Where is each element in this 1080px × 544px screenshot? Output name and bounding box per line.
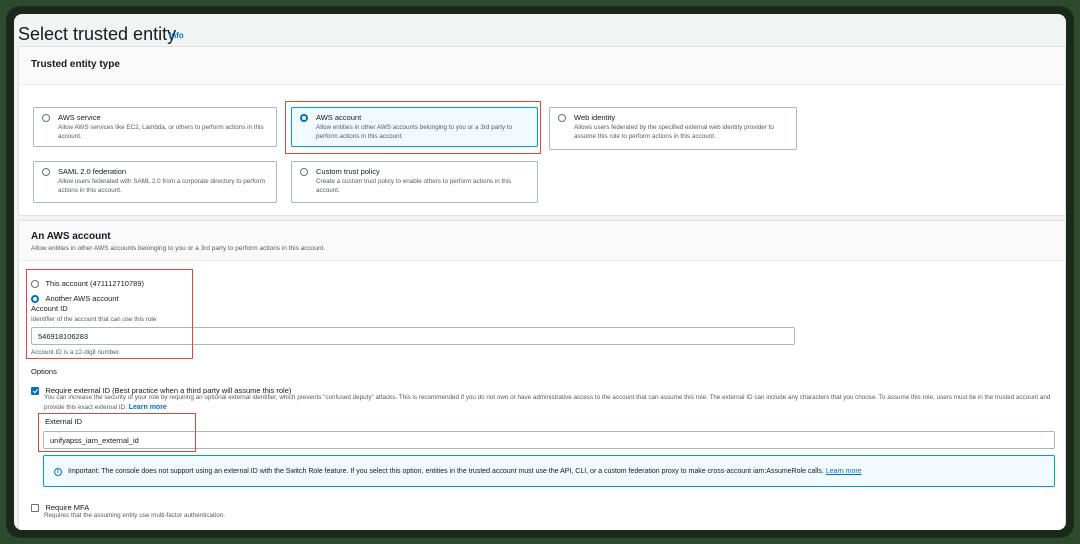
tile-aws-account[interactable]: AWS account Allow entities in other AWS … bbox=[291, 107, 538, 147]
tile-desc: Allow entities in other AWS accounts bel… bbox=[316, 124, 513, 140]
radio-custom-trust-policy[interactable] bbox=[300, 168, 308, 176]
window-frame: Select trusted entity Info Trusted entit… bbox=[6, 6, 1074, 538]
checkbox-require-mfa[interactable] bbox=[31, 503, 39, 512]
external-id-input[interactable]: unifyapss_iam_external_id bbox=[43, 431, 1055, 449]
tile-custom-trust-policy[interactable]: Custom trust policy Create a custom trus… bbox=[291, 161, 538, 203]
page-title: Select trusted entity bbox=[18, 24, 177, 44]
console-screen: Select trusted entity Info Trusted entit… bbox=[14, 14, 1066, 530]
trusted-entity-header: Trusted entity type bbox=[19, 47, 1065, 85]
tile-desc: Allow users federated with SAML 2.0 from… bbox=[58, 178, 265, 194]
alert-learn-more-link[interactable]: Learn more bbox=[826, 468, 862, 475]
tile-web-identity[interactable]: Web identity Allows users federated by t… bbox=[549, 107, 797, 150]
external-id-alert: i Important: The console does not suppor… bbox=[43, 455, 1055, 487]
tile-desc: Allow AWS services like EC2, Lambda, or … bbox=[58, 124, 264, 140]
radio-aws-service[interactable] bbox=[42, 114, 50, 122]
tile-label: AWS service bbox=[58, 113, 101, 122]
account-id-input[interactable]: 546918106283 bbox=[31, 327, 795, 345]
radio-another-account[interactable] bbox=[31, 294, 39, 303]
info-icon: i bbox=[54, 468, 62, 476]
tile-saml-federation[interactable]: SAML 2.0 federation Allow users federate… bbox=[33, 161, 277, 203]
radio-saml-federation[interactable] bbox=[42, 168, 50, 176]
tile-desc: Allows users federated by the specified … bbox=[574, 124, 774, 140]
radio-aws-account[interactable] bbox=[300, 114, 308, 122]
aws-account-desc: Allow entities in other AWS accounts bel… bbox=[31, 245, 326, 252]
info-link[interactable]: Info bbox=[169, 31, 184, 40]
checkbox-require-external-id[interactable] bbox=[31, 386, 39, 395]
aws-account-panel: An AWS account Allow entities in other A… bbox=[18, 220, 1066, 530]
tile-label: Web identity bbox=[574, 113, 616, 122]
options-label: Options bbox=[31, 367, 57, 376]
trusted-entity-title: Trusted entity type bbox=[31, 59, 120, 70]
learn-more-link[interactable]: Learn more bbox=[129, 404, 167, 411]
require-mfa-label: Require MFA bbox=[45, 503, 90, 513]
another-account-label: Another AWS account bbox=[45, 294, 119, 304]
aws-account-title: An AWS account bbox=[31, 231, 111, 242]
aws-account-header: An AWS account Allow entities in other A… bbox=[19, 221, 1065, 261]
tile-label: SAML 2.0 federation bbox=[58, 167, 127, 176]
account-id-hint: Account ID is a 12-digit number. bbox=[31, 349, 121, 356]
radio-this-account[interactable] bbox=[31, 279, 39, 288]
require-mfa-desc: Requires that the assuming entity use mu… bbox=[44, 512, 225, 519]
radio-web-identity[interactable] bbox=[558, 114, 566, 122]
tile-desc: Create a custom trust policy to enable o… bbox=[316, 178, 512, 194]
tile-aws-service[interactable]: AWS service Allow AWS services like EC2,… bbox=[33, 107, 277, 147]
account-id-desc: Identifier of the account that can use t… bbox=[31, 316, 157, 323]
external-id-label: External ID bbox=[45, 417, 83, 426]
alert-text-wrap: Important: The console does not support … bbox=[68, 468, 862, 475]
require-external-id-desc-text: You can increase the security of your ro… bbox=[44, 394, 1051, 411]
trusted-entity-panel: Trusted entity type AWS service Allow AW… bbox=[18, 46, 1066, 216]
account-id-label: Account ID bbox=[31, 304, 68, 313]
tile-label: AWS account bbox=[316, 113, 362, 122]
require-external-id-desc: You can increase the security of your ro… bbox=[44, 393, 1054, 412]
this-account-label: This account (471112710789) bbox=[45, 279, 144, 289]
tile-label: Custom trust policy bbox=[316, 167, 380, 176]
alert-text: Important: The console does not support … bbox=[68, 468, 824, 475]
